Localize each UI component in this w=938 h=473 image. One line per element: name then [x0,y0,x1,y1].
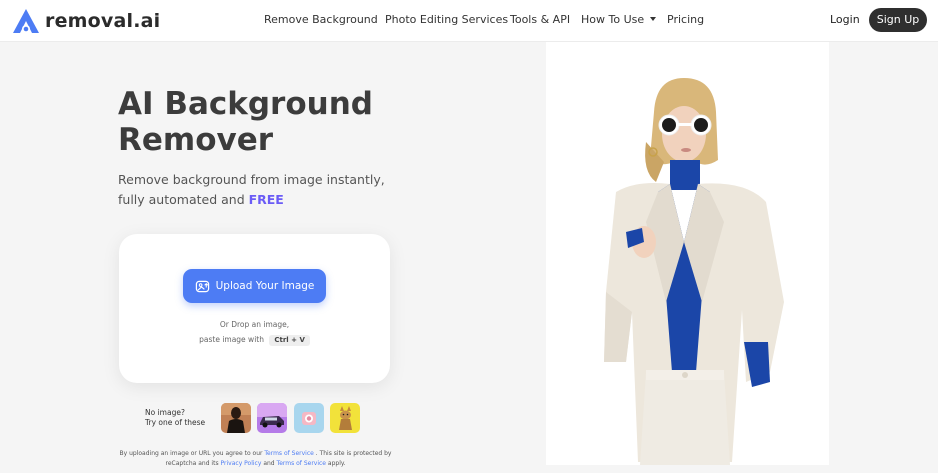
hero-subtitle-line-2: fully automated and FREE [118,190,418,210]
animal-sample-thumbnail [330,403,360,433]
nav-how-to-use[interactable]: How To Use [581,13,657,26]
sample-prompt-line-1: No image? [145,408,185,417]
upload-dropzone[interactable]: Upload Your Image Or Drop an image, past… [119,234,390,383]
logo-text: removal.ai [45,10,161,32]
logo[interactable]: removal.ai [12,8,160,34]
legal-notice: By uploading an image or URL you agree t… [118,449,393,468]
woman-cutout-illustration [546,42,829,465]
car-sample-thumbnail [257,403,287,433]
drop-instructions: Or Drop an image, paste image with Ctrl … [119,317,390,347]
page-title-line-2: Remover [118,122,274,158]
sample-prompt: No image? Try one of these [145,408,205,428]
privacy-policy-link[interactable]: Privacy Policy [221,460,262,467]
drop-instructions-line-1: Or Drop an image, [219,320,290,329]
nav-tools-api[interactable]: Tools & API [510,13,570,26]
free-highlight: FREE [248,192,284,207]
nav-how-to-use-label: How To Use [581,13,645,26]
nav-pricing[interactable]: Pricing [667,13,704,26]
drop-instructions-line-2: paste image with Ctrl + V [119,332,390,347]
sample-image-animal[interactable] [330,403,360,433]
page-title: AI Background Remover [118,86,438,158]
hero-subtitle-text: fully automated and [118,192,245,207]
chevron-down-icon [650,17,657,21]
nav-remove-background[interactable]: Remove Background [264,13,378,26]
sample-image-car[interactable] [257,403,287,433]
sample-prompt-line-2: Try one of these [145,418,206,427]
removal-ai-logo-icon [13,9,39,33]
image-upload-icon [195,280,209,292]
hero-subtitle-line-1: Remove background from image instantly, [118,172,385,187]
top-navbar: removal.ai Remove Background Photo Editi… [0,0,938,42]
legal-text-1: By uploading an image or URL you agree t… [119,450,263,457]
hero-subtitle: Remove background from image instantly, … [118,170,418,210]
upload-image-button[interactable]: Upload Your Image [183,269,326,303]
sample-image-product[interactable] [294,403,324,433]
upload-image-label: Upload Your Image [215,280,315,292]
terms-of-service-link[interactable]: Terms of Service [264,450,313,457]
product-sample-thumbnail [294,403,324,433]
nav-photo-editing-services[interactable]: Photo Editing Services [385,13,508,26]
page-title-line-1: AI Background [118,86,373,122]
person-sample-thumbnail [221,403,251,433]
signup-button[interactable]: Sign Up [869,8,927,32]
legal-text-4: apply. [327,459,346,467]
terms-of-service-link-2[interactable]: Terms of Service [277,460,326,467]
paste-shortcut-badge: Ctrl + V [269,335,310,346]
hero-image [546,42,829,465]
login-link[interactable]: Login [830,13,860,26]
sample-image-person[interactable] [221,403,251,433]
paste-instructions: paste image with [199,335,264,344]
legal-text-3: and [263,459,275,467]
